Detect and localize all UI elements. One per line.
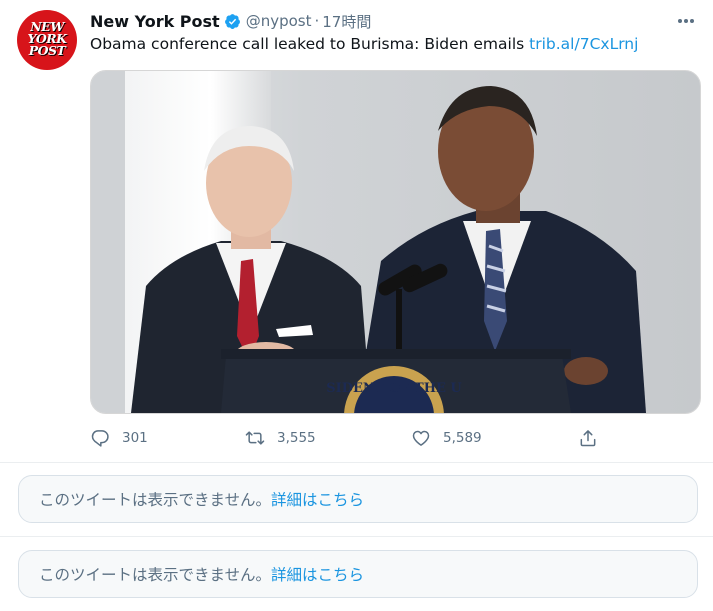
share-icon bbox=[580, 430, 596, 447]
notice-text: このツイートは表示できません。 bbox=[39, 491, 272, 509]
reply-icon bbox=[91, 430, 109, 447]
display-name[interactable]: New York Post bbox=[90, 12, 220, 31]
tweet-link[interactable]: trib.al/7CxLrnj bbox=[529, 35, 638, 53]
tweet-image[interactable]: SIDENT OF THE U bbox=[90, 70, 701, 414]
like-count: 5,589 bbox=[443, 430, 482, 446]
tweet-body: Obama conference call leaked to Burisma:… bbox=[90, 35, 530, 53]
avatar-logo-line-3: POST bbox=[28, 43, 66, 58]
press-conference-photo: SIDENT OF THE U bbox=[91, 71, 700, 413]
retweet-icon bbox=[245, 431, 265, 445]
tweet-timestamp[interactable]: 17時間 bbox=[322, 11, 371, 32]
tweet: NEW YORK POST New York Post @nypost · 17… bbox=[0, 0, 713, 462]
reply-count: 301 bbox=[122, 430, 148, 446]
avatar[interactable]: NEW YORK POST bbox=[17, 10, 77, 70]
notice-text: このツイートは表示できません。 bbox=[39, 566, 272, 584]
separator-dot: · bbox=[314, 12, 320, 30]
learn-more-link[interactable]: 詳細はこちら bbox=[271, 488, 364, 510]
podium-seal-text: SIDENT OF THE U bbox=[326, 381, 462, 396]
reply-button[interactable]: 301 bbox=[90, 427, 148, 449]
unavailable-tweet-notice: このツイートは表示できません。 詳細はこちら bbox=[18, 550, 698, 598]
tweet-divider bbox=[0, 462, 713, 463]
verified-badge-icon bbox=[224, 13, 240, 29]
share-button[interactable] bbox=[578, 427, 598, 449]
more-options-icon[interactable] bbox=[670, 12, 700, 30]
tweet-header: New York Post @nypost · 17時間 bbox=[90, 10, 371, 32]
notice-divider bbox=[0, 536, 713, 537]
like-button[interactable]: 5,589 bbox=[411, 427, 482, 449]
tweet-text: Obama conference call leaked to Burisma:… bbox=[90, 35, 638, 53]
retweet-button[interactable]: 3,555 bbox=[245, 427, 316, 449]
retweet-count: 3,555 bbox=[277, 430, 316, 446]
unavailable-tweet-notice: このツイートは表示できません。 詳細はこちら bbox=[18, 475, 698, 523]
user-handle[interactable]: @nypost bbox=[246, 12, 312, 30]
tweet-actions: 301 3,555 5,589 bbox=[0, 427, 713, 449]
learn-more-link[interactable]: 詳細はこちら bbox=[271, 563, 364, 585]
heart-icon bbox=[412, 430, 430, 446]
